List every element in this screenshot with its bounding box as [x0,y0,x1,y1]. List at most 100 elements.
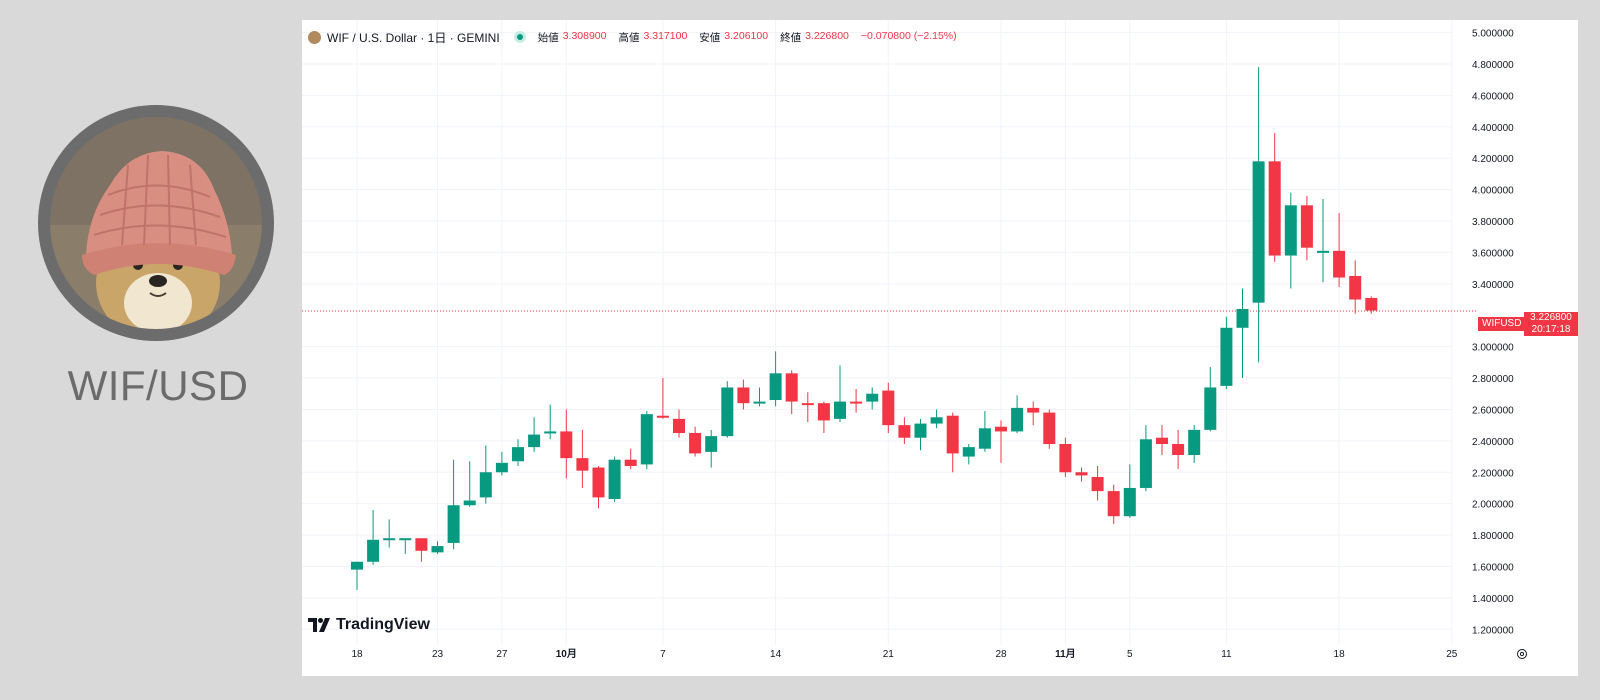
candle-body [930,417,943,424]
y-tick-label: 4.200000 [1472,154,1514,165]
settings-icon[interactable] [1516,648,1528,660]
low-label: 安値 [699,31,721,44]
y-tick-label: 1.400000 [1472,594,1514,605]
candle-body [1123,487,1136,517]
x-tick-label: 11月 [1055,648,1076,660]
y-tick-label: 3.400000 [1472,280,1514,291]
chart-panel[interactable]: 5.000000 4.800000 4.600000 4.400000 4.200000… [302,20,1578,676]
y-tick-label: 4.400000 [1472,123,1514,134]
candle-body [608,459,621,499]
open-label: 始値 [537,31,559,44]
close-label: 終値 [780,31,802,44]
dogwifhat-avatar [38,105,274,341]
candle-body [1011,407,1024,432]
candle-body [1317,250,1329,253]
candle-body [946,415,959,454]
candle-body [1075,472,1088,476]
candle-body [463,500,476,506]
candle-body [528,434,541,448]
candle-body [898,425,911,438]
candle-body [656,415,669,418]
candle-body [1027,407,1040,413]
tradingview-wordmark: TradingView [336,616,430,633]
y-tick-label: 2.200000 [1472,468,1514,479]
y-tick-label: 3.000000 [1472,343,1514,354]
x-tick-label: 27 [496,649,508,660]
x-tick-label: 18 [351,649,363,660]
candle-body [640,414,653,465]
candle-body [689,433,702,454]
candle-body [624,459,637,466]
open-value: 3.308900 [562,29,607,42]
candle-body [1059,443,1072,473]
candle-body [1333,250,1346,278]
candle-body [479,472,492,498]
candle-body [495,462,508,473]
candle-body [1156,437,1168,444]
coin-icon [308,30,321,44]
x-tick-label: 11 [1221,649,1232,660]
candle-body [576,458,589,471]
candle-body [673,418,685,434]
candlestick-chart[interactable]: 5.000000 4.800000 4.600000 4.400000 4.200000… [302,20,1578,676]
candle-body [1043,412,1056,444]
candle-body [995,426,1007,432]
y-tick-label: 4.600000 [1472,91,1514,102]
close-value: 3.226800 [805,29,849,42]
candle-body [1091,476,1104,492]
candle-body [367,539,380,562]
market-status-icon[interactable] [513,31,526,43]
candle-body [914,423,927,438]
y-tick-label: 3.600000 [1472,248,1514,259]
x-tick-label: 10月 [556,648,577,660]
y-tick-label: 1.800000 [1472,531,1514,542]
left-panel: WIF/USD [0,0,300,700]
candle-body [560,431,573,459]
candle-body [737,387,750,404]
candle-body [431,546,444,553]
candle-body [1252,161,1265,303]
candle-body [1236,308,1249,328]
candle-body [1349,275,1362,300]
y-tick-label: 2.000000 [1472,500,1514,511]
y-tick-label: 2.400000 [1472,437,1514,448]
x-tick-label: 7 [660,649,666,660]
candle-body [447,505,460,543]
tradingview-icon [308,618,330,632]
last-price-box: 3.226800 20:17:18 [1524,312,1578,336]
candle-body [882,390,895,426]
candle-body [785,373,798,402]
candle-body [769,373,782,401]
candle-body [817,403,830,421]
candle-body [1204,387,1217,430]
y-tick-label: 4.800000 [1472,60,1514,71]
candle-body [978,428,991,449]
y-tick-label: 1.200000 [1472,625,1514,636]
candle-body [351,561,363,570]
candle-body [1268,161,1281,256]
candle-body [705,436,718,452]
low-value: 3.206100 [724,29,769,42]
y-tick-label: 2.800000 [1472,374,1514,385]
x-tick-label: 5 [1127,649,1133,660]
candle-body [383,538,396,541]
x-tick-label: 21 [883,649,895,660]
y-tick-label: 2.600000 [1472,405,1514,416]
symbol-label[interactable]: WIF / U.S. Dollar · 1日 · GEMINI [327,29,500,46]
x-tick-label: 14 [770,649,782,660]
candle-body [1172,443,1185,455]
symbol-price-tag: WIFUSD [1478,317,1526,331]
candle-body [721,387,734,437]
high-value: 3.317100 [643,29,688,42]
tradingview-logo[interactable]: TradingView [308,616,430,634]
pair-title: WIF/USD [67,362,249,409]
candle-body [753,401,766,404]
candle-body [512,447,524,462]
candle-body [592,467,605,498]
candle-body [1365,297,1378,311]
candle-body [1107,491,1120,517]
candle-body [962,447,975,457]
candle-body [834,401,846,419]
y-tick-label: 5.000000 [1472,29,1514,40]
ohlc-values: 始値 3.308900 高値 3.317100 安値 3.206100 終値 3.226… [538,30,957,45]
